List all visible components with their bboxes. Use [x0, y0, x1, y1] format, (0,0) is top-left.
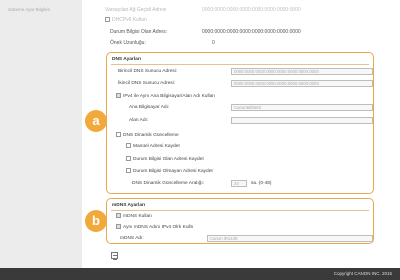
update-interval-unit: sa. (0-48) [251, 181, 272, 186]
dns-settings-title: DNS Ayarları [112, 57, 141, 62]
register-stateful-label: Durum Bilgisi Olan Adresi Kaydet [133, 156, 204, 162]
mdns-name-label: mDNS Adı: [120, 236, 144, 241]
register-stateless-label: Durum Bilgisi Olmayan Adresi Kaydet [133, 168, 213, 174]
register-stateful-checkbox[interactable]: Durum Bilgisi Olan Adresi Kaydet [126, 155, 204, 162]
dns-dynamic-update-checkbox[interactable]: DNS Dinamik Güncelleme [116, 131, 179, 138]
dns-title-divider [111, 64, 369, 65]
dns-dynamic-update-label: DNS Dinamik Güncelleme [123, 132, 179, 138]
dhcpv6-checkbox[interactable]: DHCPv6 Kullan [105, 16, 147, 23]
prefix-length-label: Önek Uzunluğu: [110, 40, 146, 46]
mdns-settings-section: mDNS Ayarları mDNS Kullan Aynı mDNS Adın… [106, 198, 374, 244]
same-host-checkbox-box[interactable] [116, 92, 121, 98]
same-host-label: IPv4 ile Aynı Ana Bilgisayar/Alan Adı Ku… [123, 93, 215, 99]
update-interval-label: DNS Dinamik Güncelleme Aralığı: [132, 181, 204, 186]
stateful-address-label: Durum Bilgisi Olan Adres: [110, 29, 167, 35]
host-name-label: Ana Bilgisayar Adı: [129, 105, 170, 110]
mdns-use-checkbox-box[interactable] [116, 212, 121, 218]
register-stateless-checkbox[interactable]: Durum Bilgisi Olmayan Adresi Kaydet [126, 167, 213, 174]
update-interval-input[interactable]: 24 [231, 180, 247, 187]
register-manual-checkbox-box[interactable] [126, 142, 131, 148]
mdns-use-checkbox[interactable]: mDNS Kullan [116, 212, 152, 219]
register-stateless-checkbox-box[interactable] [126, 167, 131, 173]
dhcpv6-checkbox-box[interactable] [105, 16, 110, 22]
secondary-dns-input[interactable]: 0000:0000:0000:0000:0000:0000:0000:0000 [231, 80, 373, 87]
mdns-same-name-label: Aynı mDNS Adını IPv4 Olrk Kulln [123, 224, 194, 230]
register-manual-checkbox[interactable]: Manüel Adresi Kaydet [126, 142, 180, 149]
domain-name-label: Alan Adı: [129, 118, 149, 123]
dns-dynamic-update-checkbox-box[interactable] [116, 131, 121, 137]
callout-badge-b: b [85, 210, 107, 232]
dhcpv6-label: DHCPv6 Kullan [112, 17, 147, 23]
mdns-same-name-checkbox[interactable]: Aynı mDNS Adını IPv4 Olrk Kulln [116, 223, 194, 230]
page-top-icon[interactable] [111, 252, 118, 260]
register-stateful-checkbox-box[interactable] [126, 155, 131, 161]
left-sidebar: Sisteme Ayar Bilgileri [0, 0, 82, 268]
mdns-name-input[interactable]: Canon iR1435 [207, 235, 373, 242]
sidebar-faded-item: Sisteme Ayar Bilgileri [8, 7, 51, 12]
same-host-checkbox[interactable]: IPv4 ile Aynı Ana Bilgisayar/Alan Adı Ku… [116, 92, 215, 99]
mdns-same-name-checkbox-box[interactable] [116, 223, 121, 229]
default-gateway-value: 0000:0000:0000:0000:0000:0000:0000:0000 [202, 7, 301, 13]
footer-bar: Copyright CANON INC. 2015 [0, 268, 400, 280]
default-gateway-label: Varsayılan Ağ Geçidi Adresi [105, 7, 167, 13]
mdns-settings-title: mDNS Ayarları [112, 203, 146, 208]
register-manual-label: Manüel Adresi Kaydet [133, 143, 180, 149]
copyright-text: Copyright CANON INC. 2015 [333, 271, 392, 276]
mdns-use-label: mDNS Kullan [123, 213, 152, 219]
primary-dns-input[interactable]: 0000:0000:0000:0000:0000:0000:0000:0000 [231, 68, 373, 75]
secondary-dns-label: İkincil DNS Sunucu Adresi: [118, 81, 176, 86]
dns-settings-section: DNS Ayarları Birincil DNS Sunucu Adresi:… [106, 52, 374, 194]
callout-badge-a: a [85, 110, 107, 132]
host-name-input[interactable]: Canon8db563 [231, 104, 373, 111]
domain-name-input[interactable] [231, 117, 373, 124]
mdns-title-divider [111, 210, 369, 211]
stateful-address-value: 0000:0000:0000:0000:0000:0000:0000:0000 [202, 29, 301, 35]
prefix-length-value: 0 [212, 40, 215, 46]
primary-dns-label: Birincil DNS Sunucu Adresi: [118, 69, 178, 74]
